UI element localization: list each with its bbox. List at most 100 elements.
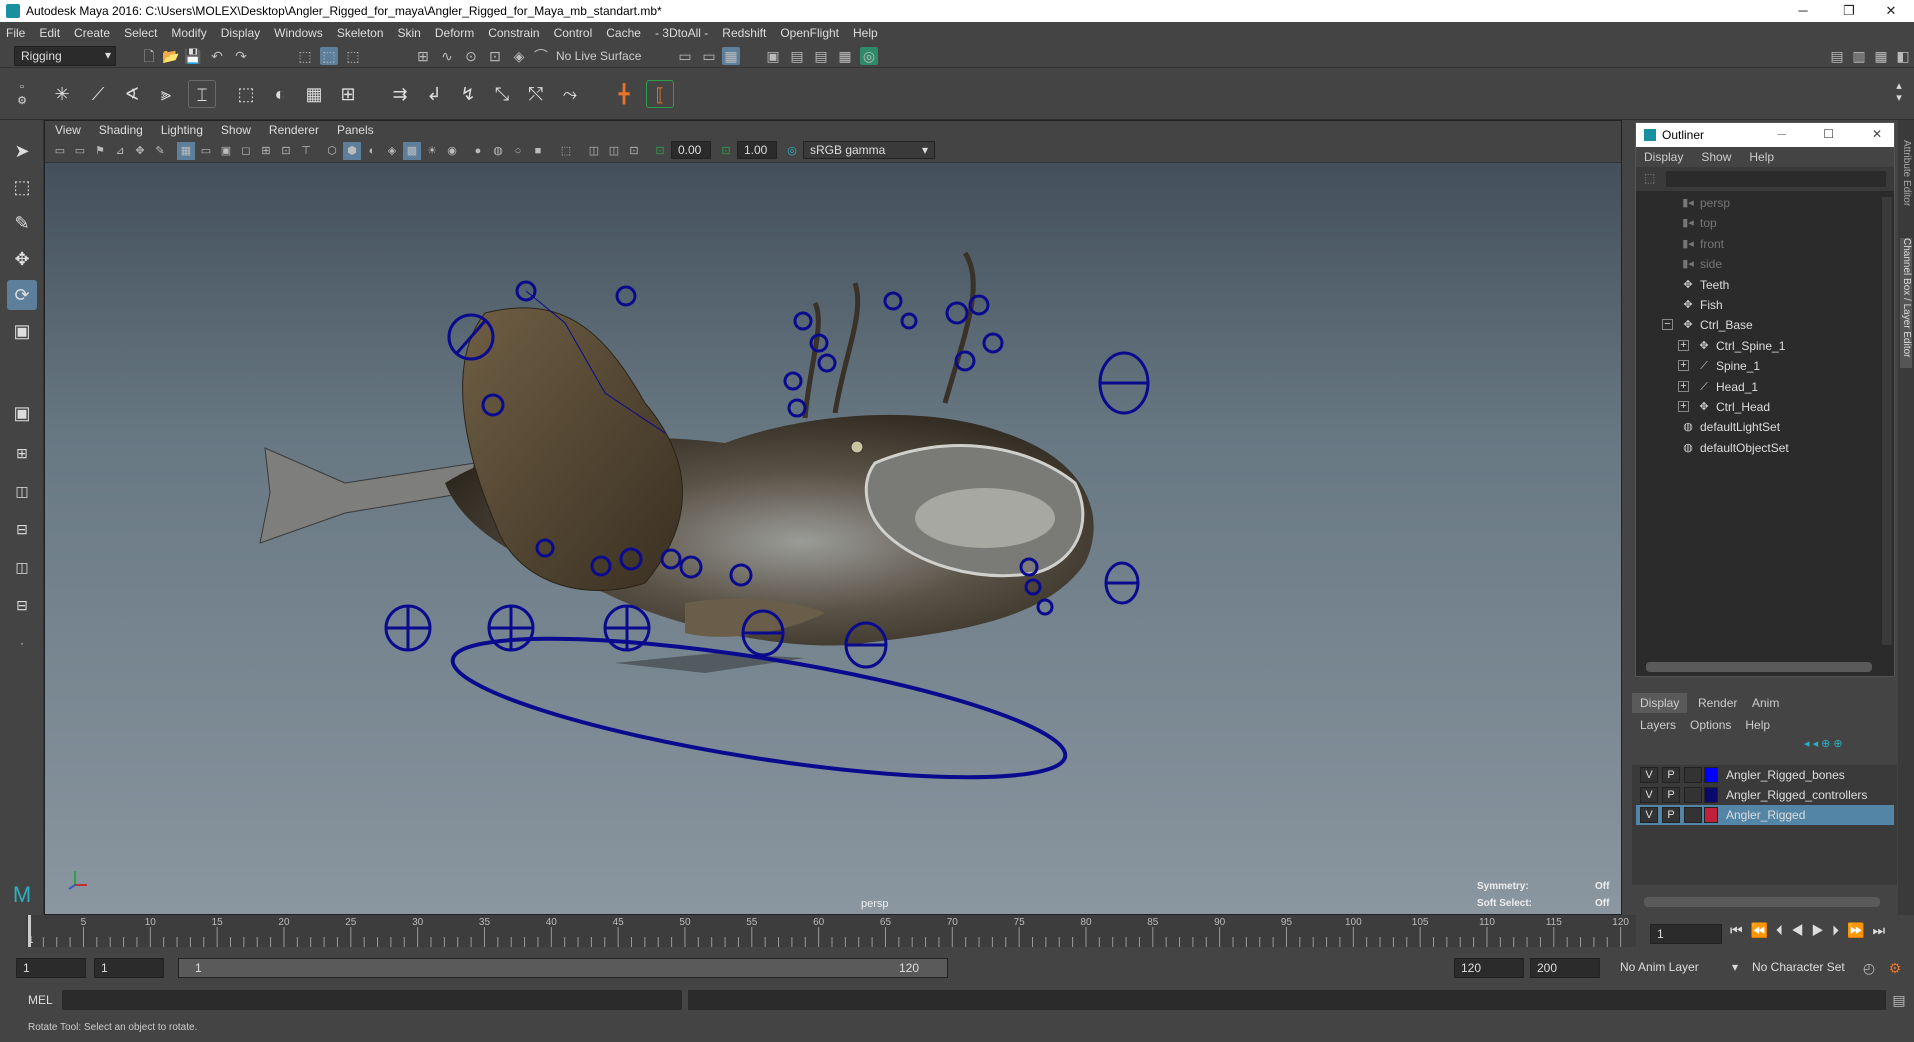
lattice-icon[interactable]: ▦: [300, 80, 328, 108]
save-scene-icon[interactable]: 💾: [184, 47, 202, 65]
outliner-item[interactable]: ✥ Fish: [1636, 295, 1866, 315]
layer-display-type-toggle[interactable]: [1684, 787, 1702, 803]
gamma-field[interactable]: 1.00: [737, 141, 777, 159]
outliner-item[interactable]: − ✥ Ctrl_Base: [1636, 315, 1866, 335]
exposure-icon[interactable]: ⊡: [651, 142, 669, 160]
wrap-deformer-icon[interactable]: ↲: [420, 80, 448, 108]
restore-icon[interactable]: ❐: [1826, 0, 1872, 22]
viewport-persp[interactable]: View Shading Lighting Show Renderer Panels ▭ …: [44, 120, 1622, 915]
ipr-render-icon[interactable]: ▤: [812, 47, 830, 65]
layer-color-swatch[interactable]: [1704, 767, 1718, 783]
textured-icon[interactable]: ▩: [403, 142, 421, 160]
hypershade-layout-icon[interactable]: ⊟: [7, 590, 37, 620]
outliner-item[interactable]: + ⟋ Head_1: [1636, 377, 1866, 397]
layer-menu-layers[interactable]: Layers: [1640, 718, 1676, 732]
outliner-item[interactable]: ✥ Teeth: [1636, 275, 1866, 295]
layer-visibility-toggle[interactable]: V: [1640, 807, 1658, 823]
outliner-minimize-icon[interactable]: ─: [1777, 127, 1786, 141]
viewport-menu-shading[interactable]: Shading: [99, 123, 143, 137]
animation-prefs-icon[interactable]: ⚙: [1886, 959, 1904, 977]
layer-playback-toggle[interactable]: P: [1662, 807, 1680, 823]
new-scene-icon[interactable]: 🗋: [140, 47, 158, 65]
output-ops-icon[interactable]: ▭: [700, 47, 718, 65]
grid-icon[interactable]: ▦: [177, 142, 195, 160]
attribute-editor-tab[interactable]: Attribute Editor: [1900, 140, 1912, 230]
outliner-item[interactable]: ◍ defaultLightSet: [1636, 417, 1866, 437]
outliner-vscrollbar[interactable]: [1882, 197, 1892, 645]
outliner-item[interactable]: + ⟋ Spine_1: [1636, 356, 1866, 376]
render-view-icon[interactable]: ▣: [764, 47, 782, 65]
menu-modify[interactable]: Modify: [171, 26, 206, 40]
outliner-item[interactable]: ◍ defaultObjectSet: [1636, 438, 1866, 458]
scale-tool-icon[interactable]: ▣: [7, 316, 37, 346]
attribute-editor-toggle-icon[interactable]: ▥: [1850, 47, 1868, 65]
playback-end-field[interactable]: 120: [1454, 958, 1524, 978]
script-editor-icon[interactable]: ▤: [1890, 991, 1908, 1009]
outliner-close-icon[interactable]: ✕: [1872, 127, 1882, 141]
2d-pan-zoom-icon[interactable]: ✥: [131, 142, 149, 160]
render-current-icon[interactable]: ▤: [788, 47, 806, 65]
viewport-menu-lighting[interactable]: Lighting: [161, 123, 203, 137]
outliner-menu-help[interactable]: Help: [1749, 150, 1774, 164]
outliner-search-input[interactable]: [1666, 171, 1886, 187]
xray-icon[interactable]: ◫: [585, 142, 603, 160]
depth-of-field-icon[interactable]: ■: [529, 142, 547, 160]
time-slider[interactable]: 5 10 15 20 25 30 35 40 45 50 55 60 65 70 75 80 85 90 95 100…: [26, 915, 1636, 947]
select-camera-icon[interactable]: ▭: [51, 142, 69, 160]
gate-mask-icon[interactable]: ◻: [237, 142, 255, 160]
menu-constrain[interactable]: Constrain: [488, 26, 539, 40]
film-gate-icon[interactable]: ▭: [197, 142, 215, 160]
scene-canvas[interactable]: [45, 163, 1623, 916]
create-joints-icon[interactable]: ✳: [48, 80, 76, 108]
wire-deformer-icon[interactable]: ↯: [454, 80, 482, 108]
viewport-menu-view[interactable]: View: [55, 123, 81, 137]
menu-cache[interactable]: Cache: [606, 26, 641, 40]
outliner-item[interactable]: ▮◂ persp: [1636, 193, 1866, 213]
tool-settings-toggle-icon[interactable]: ▦: [1872, 47, 1890, 65]
layer-create-icons[interactable]: ◂ ◂ ⊕ ⊕: [1804, 737, 1894, 753]
playback-controls[interactable]: ⏮⏪⏴◀▶⏵⏩⏭: [1730, 922, 1910, 944]
outliner-item[interactable]: ▮◂ front: [1636, 234, 1866, 254]
expand-icon[interactable]: +: [1678, 401, 1689, 412]
wireframe-on-shaded-icon[interactable]: ◈: [383, 142, 401, 160]
default-material-icon[interactable]: ◐: [363, 142, 381, 160]
undo-icon[interactable]: ↶: [208, 47, 226, 65]
auto-key-icon[interactable]: ◴: [1860, 959, 1878, 977]
outliner-item[interactable]: + ✥ Ctrl_Head: [1636, 397, 1866, 417]
snap-view-icon[interactable]: ⊡: [486, 47, 504, 65]
rotate-tool-icon[interactable]: ⟳: [7, 280, 37, 310]
layer-tab-anim[interactable]: Anim: [1744, 693, 1787, 713]
timeline-current-frame-marker[interactable]: [28, 915, 31, 947]
isolate-select-icon[interactable]: ⬚: [557, 142, 575, 160]
nonlinear-bend-icon[interactable]: ⤲: [522, 80, 550, 108]
menu-edit[interactable]: Edit: [39, 26, 60, 40]
menu-skin[interactable]: Skin: [398, 26, 421, 40]
snap-grid-icon[interactable]: ⊞: [414, 47, 432, 65]
exposure-field[interactable]: 0.00: [671, 141, 711, 159]
hypershade-icon[interactable]: ◎: [860, 47, 878, 65]
command-input[interactable]: [62, 990, 682, 1010]
layer-tab-render[interactable]: Render: [1690, 693, 1745, 713]
make-live-icon[interactable]: ⌒: [532, 47, 550, 65]
viewport-menu-renderer[interactable]: Renderer: [269, 123, 319, 137]
expand-icon[interactable]: +: [1678, 339, 1689, 351]
safe-action-icon[interactable]: ⊡: [277, 142, 295, 160]
camera-attributes-icon[interactable]: ▭: [71, 142, 89, 160]
command-language-label[interactable]: MEL: [28, 993, 53, 1007]
layer-visibility-toggle[interactable]: V: [1640, 767, 1658, 783]
select-component-icon[interactable]: ⬚: [344, 47, 362, 65]
smooth-shade-icon[interactable]: ⬢: [343, 142, 361, 160]
menu-redshift[interactable]: Redshift: [722, 26, 766, 40]
outliner-hscrollbar[interactable]: [1646, 662, 1872, 672]
menu-openflight[interactable]: OpenFlight: [780, 26, 839, 40]
xray-joints-icon[interactable]: ◫: [605, 142, 623, 160]
side-by-side-view-icon[interactable]: ◫: [7, 476, 37, 506]
mirror-joint-icon[interactable]: ∢: [118, 80, 146, 108]
field-chart-icon[interactable]: ⊞: [257, 142, 275, 160]
select-hierarchy-icon[interactable]: ⬚: [296, 47, 314, 65]
range-slider-handle[interactable]: [179, 959, 947, 977]
menu-file[interactable]: File: [6, 26, 25, 40]
menu-deform[interactable]: Deform: [435, 26, 474, 40]
layer-playback-toggle[interactable]: P: [1662, 767, 1680, 783]
menu-display[interactable]: Display: [221, 26, 260, 40]
